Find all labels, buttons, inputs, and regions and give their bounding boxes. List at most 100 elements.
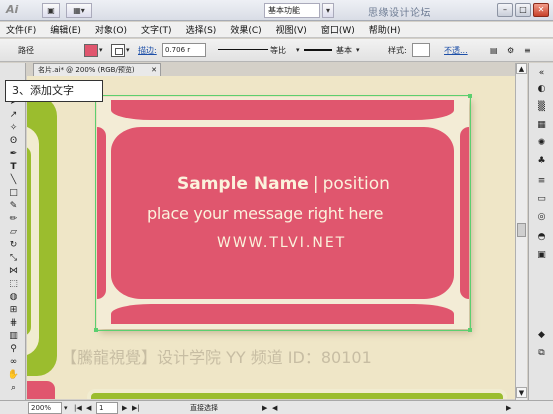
current-tool-status: 直接选择 [190,404,218,412]
zoom-level-field[interactable]: 200% [28,402,62,414]
pink-card-fragment [27,381,55,399]
workspace-switcher[interactable]: 基本功能 [264,3,320,18]
variable-width-preview [218,49,268,50]
menu-file[interactable]: 文件(F) [6,23,36,36]
menu-edit[interactable]: 编辑(E) [50,23,81,36]
document-tab[interactable]: 名片.ai* @ 200% (RGB/预览) ✕ [33,63,161,76]
document-setup-icon[interactable]: ▤ [490,43,498,58]
brush-preview [304,49,332,51]
right-panel-dock: « ◐ ▒ ▦ ✺ ♣ ≡ ▭ ◎ ◓ ▣ ◆ ⧉ [528,63,553,400]
chevron-down-icon[interactable]: ▾ [322,3,334,18]
chevron-down-icon[interactable]: ▾ [64,402,68,414]
left-card-inner-band [27,146,31,336]
scroll-right-icon[interactable]: ▶ [506,402,511,414]
scroll-up-icon[interactable]: ▲ [516,63,527,74]
line-tool-icon[interactable]: ╲ [7,174,20,186]
pen-tool-icon[interactable]: ✒ [7,148,20,160]
maximize-button[interactable]: □ [515,3,531,17]
brushes-icon[interactable]: ✺ [535,137,548,149]
color-panel-icon[interactable]: ◐ [535,83,548,95]
magic-wand-icon[interactable]: ✧ [7,122,20,134]
eyedropper-icon[interactable]: ⚲ [7,343,20,355]
artboards-icon[interactable]: ⧉ [535,347,548,359]
rotate-tool-icon[interactable]: ↻ [7,239,20,251]
free-transform-icon[interactable]: ⬚ [7,278,20,290]
close-button[interactable]: ✕ [533,3,549,17]
fill-swatch[interactable] [84,44,98,57]
chevron-down-icon[interactable]: ▾ [99,43,103,58]
opacity-link[interactable]: 不透... [444,43,468,58]
scroll-down-icon[interactable]: ▼ [516,387,527,398]
scale-tool-icon[interactable]: ⤡ [7,252,20,264]
menu-type[interactable]: 文字(T) [141,23,172,36]
type-tool-icon[interactable]: T [7,161,20,173]
variable-width-profile[interactable]: 等比 [270,43,286,58]
next-page-icon[interactable]: ▶ [122,402,127,414]
graphic-style-picker[interactable] [412,43,430,57]
artboard-canvas[interactable]: Sample Name | position place your message … [27,76,515,399]
menu-effect[interactable]: 效果(C) [230,23,261,36]
selection-handle[interactable] [468,94,472,98]
selection-bounding-box [95,95,471,331]
panel-menu-icon[interactable]: ≡ [524,43,531,58]
status-bar: 200% ▾ |◀ ◀ 1 ▶ ▶| 直接选择 ▶ ◀ ▶ [0,400,553,414]
symbols-icon[interactable]: ♣ [535,155,548,167]
last-page-icon[interactable]: ▶| [132,402,140,414]
gear-icon[interactable]: ⚙ [507,43,514,58]
chevron-down-icon[interactable]: ▾ [126,43,130,58]
arrange-documents-button[interactable]: ▦▾ [66,3,92,18]
menu-window[interactable]: 窗口(W) [321,23,355,36]
selection-handle[interactable] [468,328,472,332]
direct-selection-tool-icon[interactable]: ↗ [7,109,20,121]
width-tool-icon[interactable]: ⋈ [7,265,20,277]
minimize-button[interactable]: – [497,3,513,17]
zoom-tool-icon[interactable]: ⌕ [7,382,20,394]
menu-select[interactable]: 选择(S) [186,23,217,36]
bridge-button[interactable]: ▣ [42,3,60,18]
swatches-icon[interactable]: ▦ [535,119,548,131]
menu-object[interactable]: 对象(O) [95,23,127,36]
selection-handle[interactable] [94,328,98,332]
lasso-icon[interactable]: ʘ [7,135,20,147]
mesh-tool-icon[interactable]: ⋕ [7,317,20,329]
appearance-icon[interactable]: ◓ [535,231,548,243]
chevron-down-icon[interactable]: ▾ [296,43,300,58]
menu-bar: 文件(F) 编辑(E) 对象(O) 文字(T) 选择(S) 效果(C) 视图(V… [0,22,553,38]
rectangle-tool-icon[interactable]: □ [7,187,20,199]
collapse-panels-icon[interactable]: « [535,67,548,79]
brush-definition[interactable]: 基本 [336,43,352,58]
status-menu-icon[interactable]: ▶ [262,402,267,414]
transparency-icon[interactable]: ◎ [535,211,548,223]
close-icon[interactable]: ✕ [151,64,157,76]
color-guide-icon[interactable]: ▒ [535,101,548,113]
document-tab-title: 名片.ai* @ 200% (RGB/预览) [38,66,135,74]
title-bar: Ai ▣ ▦▾ 基本功能 ▾ 思缘设计论坛 – □ ✕ [0,0,553,21]
menu-view[interactable]: 视图(V) [276,23,307,36]
vertical-scrollbar[interactable]: ▲ ▼ [515,63,527,400]
menu-help[interactable]: 帮助(H) [369,23,401,36]
step-callout: 3、添加文字 [5,80,103,102]
stroke-link[interactable]: 描边: [138,43,157,58]
previous-page-icon[interactable]: ◀ [86,402,91,414]
left-card-artwork [27,96,57,376]
pencil-icon[interactable]: ✏ [7,213,20,225]
scroll-thumb[interactable] [517,223,526,237]
layers-icon[interactable]: ◆ [535,329,548,341]
chevron-down-icon[interactable]: ▾ [356,43,360,58]
paintbrush-icon[interactable]: ✎ [7,200,20,212]
scroll-left-icon[interactable]: ◀ [272,402,277,414]
blend-tool-icon[interactable]: ∞ [7,356,20,368]
first-page-icon[interactable]: |◀ [74,402,82,414]
gradient-panel-icon[interactable]: ▭ [535,193,548,205]
stroke-weight-field[interactable]: 0.706 r [162,43,206,57]
gradient-tool-icon[interactable]: ▥ [7,330,20,342]
control-bar: 路径 ▾ ▾ 描边: 0.706 r 等比 ▾ 基本 ▾ 样式: 不透... ▤… [0,39,553,62]
hand-tool-icon[interactable]: ✋ [7,369,20,381]
eraser-icon[interactable]: ▱ [7,226,20,238]
shape-builder-icon[interactable]: ◍ [7,291,20,303]
perspective-grid-icon[interactable]: ⊞ [7,304,20,316]
page-number-field[interactable]: 1 [96,402,118,414]
graphic-styles-icon[interactable]: ▣ [535,249,548,261]
stroke-panel-icon[interactable]: ≡ [535,175,548,187]
stroke-swatch[interactable] [111,44,125,57]
